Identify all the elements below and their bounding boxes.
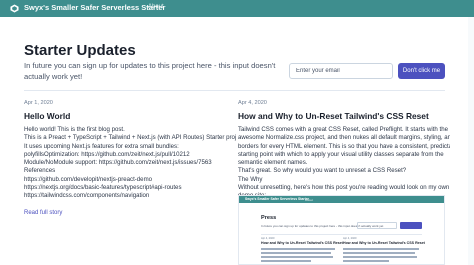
preview-text-line (261, 248, 335, 250)
embedded-screenshot: Swyx's Smaller Safer Serverless Starter … (238, 195, 445, 265)
post-excerpt: Tailwind CSS comes with a great CSS Rese… (238, 126, 450, 201)
excerpt-line: polyfillsOptimization: https://github.co… (24, 150, 190, 158)
excerpt-line: Tailwind CSS comes with a great CSS Rese… (238, 126, 448, 133)
excerpt-line: semantic element names. (238, 159, 308, 167)
page-scrollbar[interactable] (468, 17, 474, 265)
excerpt-line: https://nextjs.org/docs/basic-features/t… (24, 184, 182, 192)
preview-text-line (343, 260, 389, 262)
post-title[interactable]: How and Why to Un-Reset Tailwind's CSS R… (238, 111, 450, 121)
post-date: Apr 1, 2020 (24, 100, 53, 106)
post-card-hello-world: Apr 1, 2020 Hello World Hello world! Thi… (24, 100, 236, 219)
preview-title: Press (261, 215, 277, 221)
top-navbar: Swyx's Smaller Safer Serverless Starter … (0, 0, 474, 17)
excerpt-line: awesome Normalize.css project, and then … (238, 134, 450, 142)
excerpt-line: Without unresetting, here's how this pos… (238, 184, 450, 192)
preview-text-line (261, 256, 333, 258)
preview-post-date: Apr 4, 2020 (261, 237, 275, 240)
preview-text-line (343, 252, 415, 254)
dont-click-me-button[interactable]: Don't click me (398, 63, 445, 79)
preview-text-line (343, 248, 419, 250)
excerpt-line: It uses upcoming Next.js features for ex… (24, 142, 179, 150)
intro-text: In future you can sign up for updates to… (24, 61, 276, 81)
preview-divider (261, 234, 422, 235)
post-title[interactable]: Hello World (24, 111, 236, 121)
preview-post-date: Apr 4, 2020 (343, 237, 357, 240)
section-divider (24, 90, 445, 91)
post-date: Apr 4, 2020 (238, 100, 267, 106)
nav-link-about[interactable]: About (148, 4, 164, 10)
site-brand[interactable]: Swyx's Smaller Safer Serverless Starter (24, 3, 165, 12)
logo-icon[interactable] (10, 4, 19, 13)
excerpt-line: This is a Preact + TypeScript + Tailwind… (24, 134, 236, 142)
post-card-unreset-tailwind: Apr 4, 2020 How and Why to Un-Reset Tail… (238, 100, 450, 201)
page-title: Starter Updates (24, 42, 136, 59)
excerpt-line: References (24, 167, 56, 175)
preview-text-line (261, 252, 331, 254)
excerpt-line: Hello world! This is the first blog post… (24, 126, 125, 133)
excerpt-line: borders for every HTML element. This is … (238, 142, 450, 150)
preview-text-line (261, 260, 311, 262)
read-full-story-link[interactable]: Read full story (24, 210, 62, 216)
excerpt-line: starting point with which to apply your … (238, 150, 444, 158)
excerpt-line: The Why (238, 175, 263, 183)
excerpt-line: https://tailwindcss.com/components/navig… (24, 192, 150, 200)
email-input[interactable] (289, 63, 393, 79)
preview-brand: Swyx's Smaller Safer Serverless Starter (245, 197, 309, 201)
excerpt-line: https://github.com/developit/nextjs-prea… (24, 175, 153, 183)
preview-nav-about: About (305, 197, 313, 202)
preview-post-title: How and Why to Un-Reset Tailwind's CSS R… (261, 241, 343, 245)
preview-text-line (343, 256, 417, 258)
excerpt-line: That's great. So why would you want to u… (238, 167, 407, 175)
post-excerpt: Hello world! This is the first blog post… (24, 126, 236, 201)
preview-post-title: How and Why to Un-Reset Tailwind's CSS R… (343, 241, 425, 245)
preview-button (400, 222, 422, 229)
excerpt-line: Module/NoModule support: https://github.… (24, 159, 212, 167)
preview-navbar: Swyx's Smaller Safer Serverless Starter … (239, 196, 444, 203)
preview-email-input (357, 222, 397, 229)
